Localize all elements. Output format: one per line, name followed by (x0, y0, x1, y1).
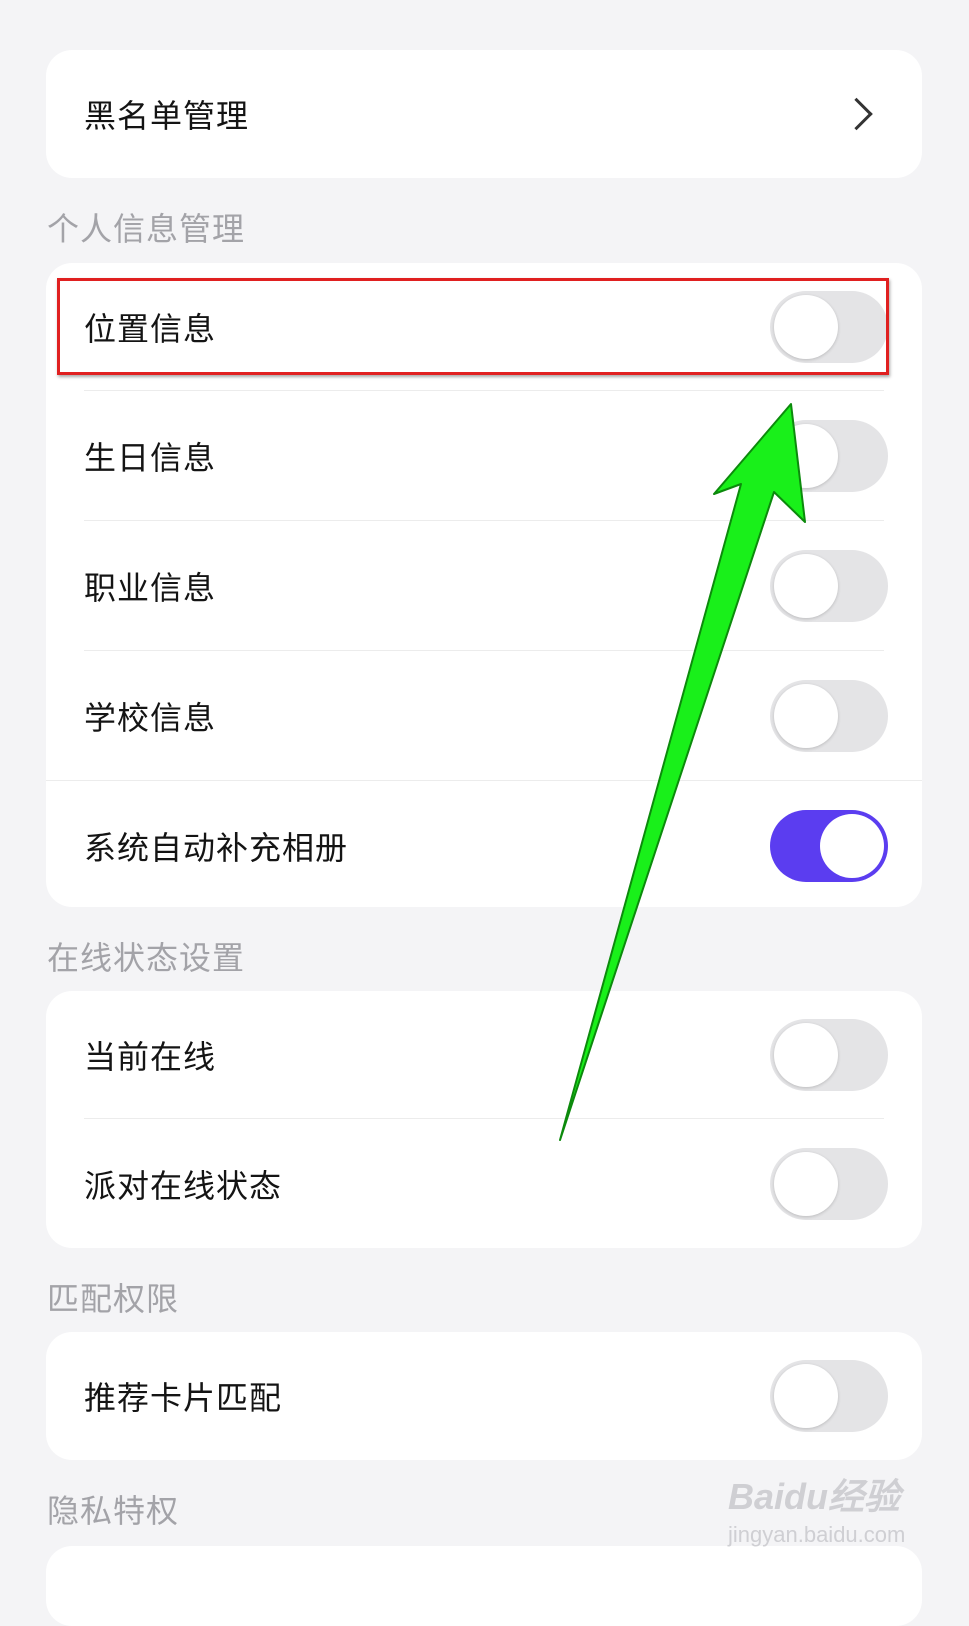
blacklist-row[interactable]: 黑名单管理 (46, 50, 922, 178)
watermark-sub: jingyan.baidu.com (728, 1522, 906, 1547)
setting-row-card-match: 推荐卡片匹配 (46, 1332, 922, 1460)
toggle-switch[interactable] (770, 420, 888, 492)
watermark-main: Baidu经验 (728, 1476, 901, 1517)
setting-row-birthday: 生日信息 (46, 391, 922, 521)
blacklist-label: 黑名单管理 (84, 97, 250, 135)
toggle-knob (774, 1151, 838, 1216)
setting-row-school: 学校信息 (46, 651, 922, 781)
toggle-switch[interactable] (770, 810, 888, 882)
toggle-knob (774, 1364, 838, 1428)
watermark: Baidu经验 jingyan.baidu.com (728, 1468, 905, 1548)
toggle-switch[interactable] (770, 1019, 888, 1091)
setting-label: 生日信息 (84, 439, 217, 477)
setting-label: 推荐卡片匹配 (84, 1379, 283, 1417)
setting-row-album: 系统自动补充相册 (46, 781, 922, 907)
toggle-knob (774, 1023, 838, 1087)
section-title-match: 匹配权限 (47, 1280, 180, 1318)
toggle-knob (774, 554, 838, 618)
toggle-knob (774, 424, 838, 488)
setting-row-current-online: 当前在线 (46, 991, 922, 1119)
setting-label: 学校信息 (84, 699, 217, 737)
section-title-privacy: 隐私特权 (47, 1492, 180, 1530)
setting-label: 派对在线状态 (84, 1166, 283, 1205)
blacklist-card: 黑名单管理 (46, 50, 922, 178)
setting-label: 当前在线 (84, 1038, 217, 1076)
setting-row-occupation: 职业信息 (46, 521, 922, 651)
setting-row-party-online: 派对在线状态 (46, 1119, 922, 1248)
toggle-switch[interactable] (770, 1360, 888, 1432)
toggle-knob (820, 814, 884, 878)
toggle-switch[interactable] (770, 1147, 888, 1220)
highlight-box (57, 278, 889, 375)
section-title-online-status: 在线状态设置 (47, 939, 246, 977)
toggle-switch[interactable] (770, 680, 888, 752)
toggle-switch[interactable] (770, 550, 888, 622)
online-status-card: 当前在线 派对在线状态 (46, 991, 922, 1248)
setting-label: 系统自动补充相册 (84, 829, 349, 867)
setting-label: 职业信息 (84, 569, 217, 607)
match-card: 推荐卡片匹配 (46, 1332, 922, 1460)
section-title-personal-info: 个人信息管理 (47, 210, 246, 248)
privacy-card (46, 1546, 922, 1626)
toggle-knob (774, 684, 838, 748)
chevron-right-icon (840, 97, 873, 131)
